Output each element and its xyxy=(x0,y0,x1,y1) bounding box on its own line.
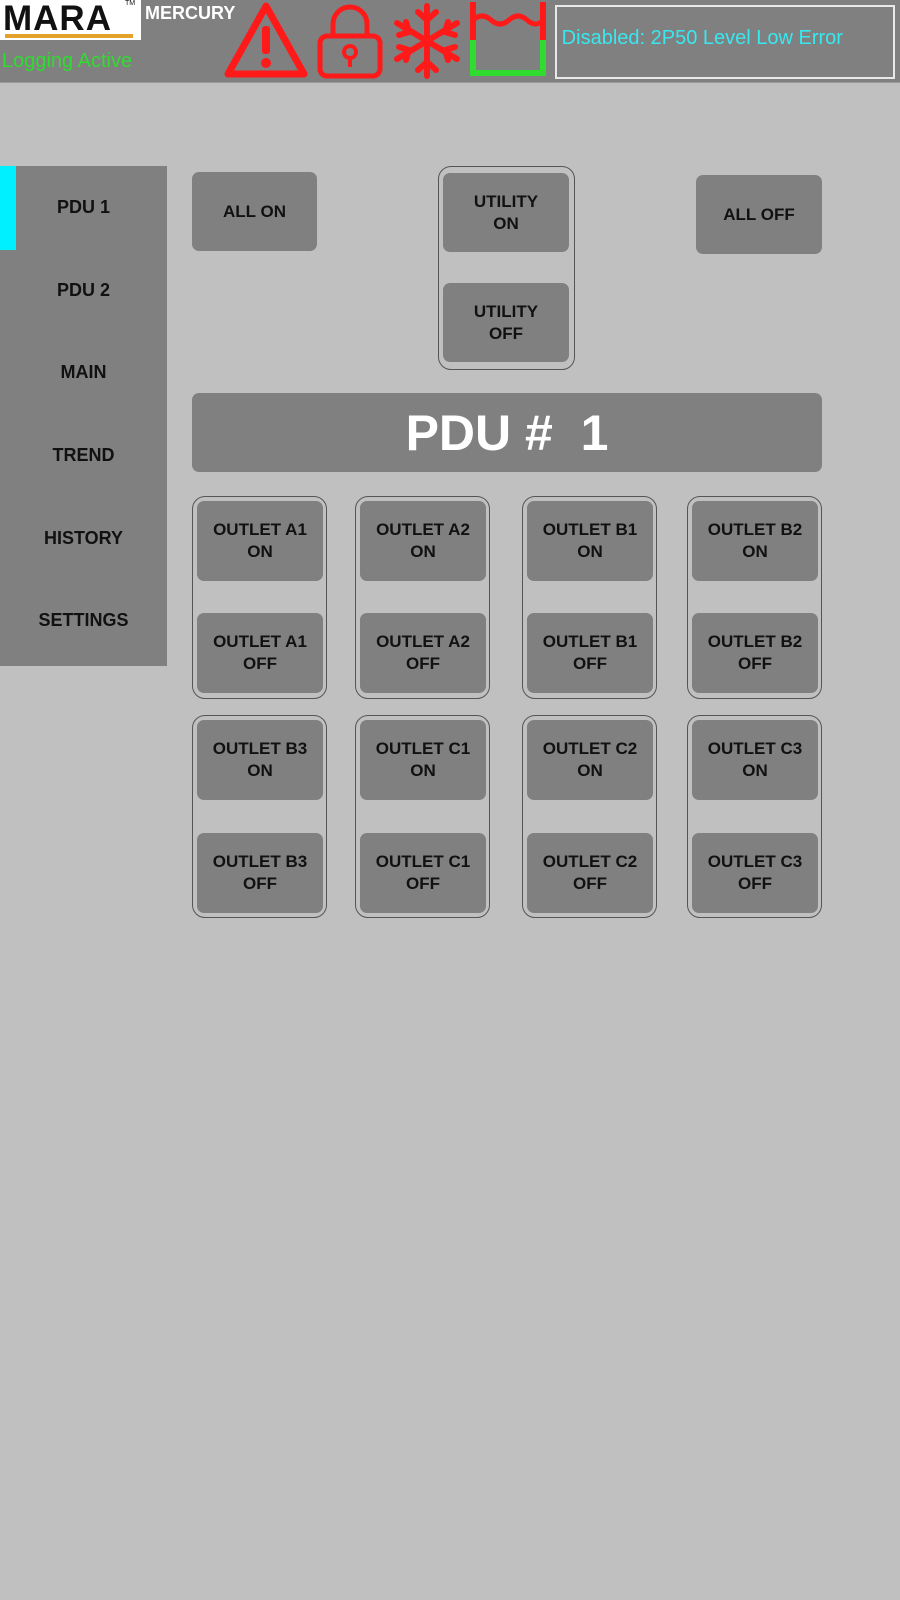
outlet-b1-off-button[interactable]: OUTLET B1 OFF xyxy=(527,613,653,693)
logo-underline xyxy=(5,34,133,38)
sidebar-item-main[interactable]: MAIN xyxy=(0,331,167,413)
outlet-b2-off-button[interactable]: OUTLET B2 OFF xyxy=(692,613,818,693)
brand-logo: MARA TM xyxy=(0,0,141,40)
sidebar-item-pdu-1[interactable]: PDU 1 xyxy=(0,166,167,248)
sidebar-nav: PDU 1 PDU 2 MAIN TREND HISTORY SETTINGS xyxy=(0,166,167,666)
active-nav-indicator xyxy=(0,166,16,250)
outlet-c1-on-button[interactable]: OUTLET C1 ON xyxy=(360,720,486,800)
outlet-c1-off-button[interactable]: OUTLET C1 OFF xyxy=(360,833,486,913)
sidebar-item-history[interactable]: HISTORY xyxy=(0,497,167,579)
snowflake-icon[interactable] xyxy=(391,0,463,80)
outlet-a1-off-button[interactable]: OUTLET A1 OFF xyxy=(197,613,323,693)
lock-icon[interactable] xyxy=(315,0,385,80)
warning-icon[interactable] xyxy=(223,0,309,80)
alarm-ticker: n Disabled: 2P50 Level Low Error xyxy=(555,5,895,79)
outlet-b2-on-button[interactable]: OUTLET B2 ON xyxy=(692,501,818,581)
sidebar-item-settings[interactable]: SETTINGS xyxy=(0,579,167,661)
utility-on-button[interactable]: UTILITY ON xyxy=(443,173,569,252)
all-on-button[interactable]: ALL ON xyxy=(192,172,317,251)
outlet-c3-off-button[interactable]: OUTLET C3 OFF xyxy=(692,833,818,913)
header-bar: MARA TM MERCURY Logging Active n Disable… xyxy=(0,0,900,83)
outlet-b3-off-button[interactable]: OUTLET B3 OFF xyxy=(197,833,323,913)
outlet-c2-off-button[interactable]: OUTLET C2 OFF xyxy=(527,833,653,913)
outlet-a2-off-button[interactable]: OUTLET A2 OFF xyxy=(360,613,486,693)
all-off-button[interactable]: ALL OFF xyxy=(696,175,822,254)
outlet-a1-on-button[interactable]: OUTLET A1 ON xyxy=(197,501,323,581)
pdu-title-banner: PDU # 1 xyxy=(192,393,822,472)
outlet-b1-on-button[interactable]: OUTLET B1 ON xyxy=(527,501,653,581)
logo-trademark: TM xyxy=(125,0,136,7)
sidebar-item-trend[interactable]: TREND xyxy=(0,414,167,496)
outlet-c2-on-button[interactable]: OUTLET C2 ON xyxy=(527,720,653,800)
utility-off-button[interactable]: UTILITY OFF xyxy=(443,283,569,362)
alarm-ticker-text: n Disabled: 2P50 Level Low Error xyxy=(555,27,843,49)
outlet-b3-on-button[interactable]: OUTLET B3 ON xyxy=(197,720,323,800)
sidebar-item-pdu-2[interactable]: PDU 2 xyxy=(0,249,167,331)
tank-level-icon[interactable] xyxy=(469,0,547,80)
logging-status: Logging Active xyxy=(2,50,133,72)
outlet-c3-on-button[interactable]: OUTLET C3 ON xyxy=(692,720,818,800)
product-name: MERCURY xyxy=(145,3,236,23)
outlet-a2-on-button[interactable]: OUTLET A2 ON xyxy=(360,501,486,581)
